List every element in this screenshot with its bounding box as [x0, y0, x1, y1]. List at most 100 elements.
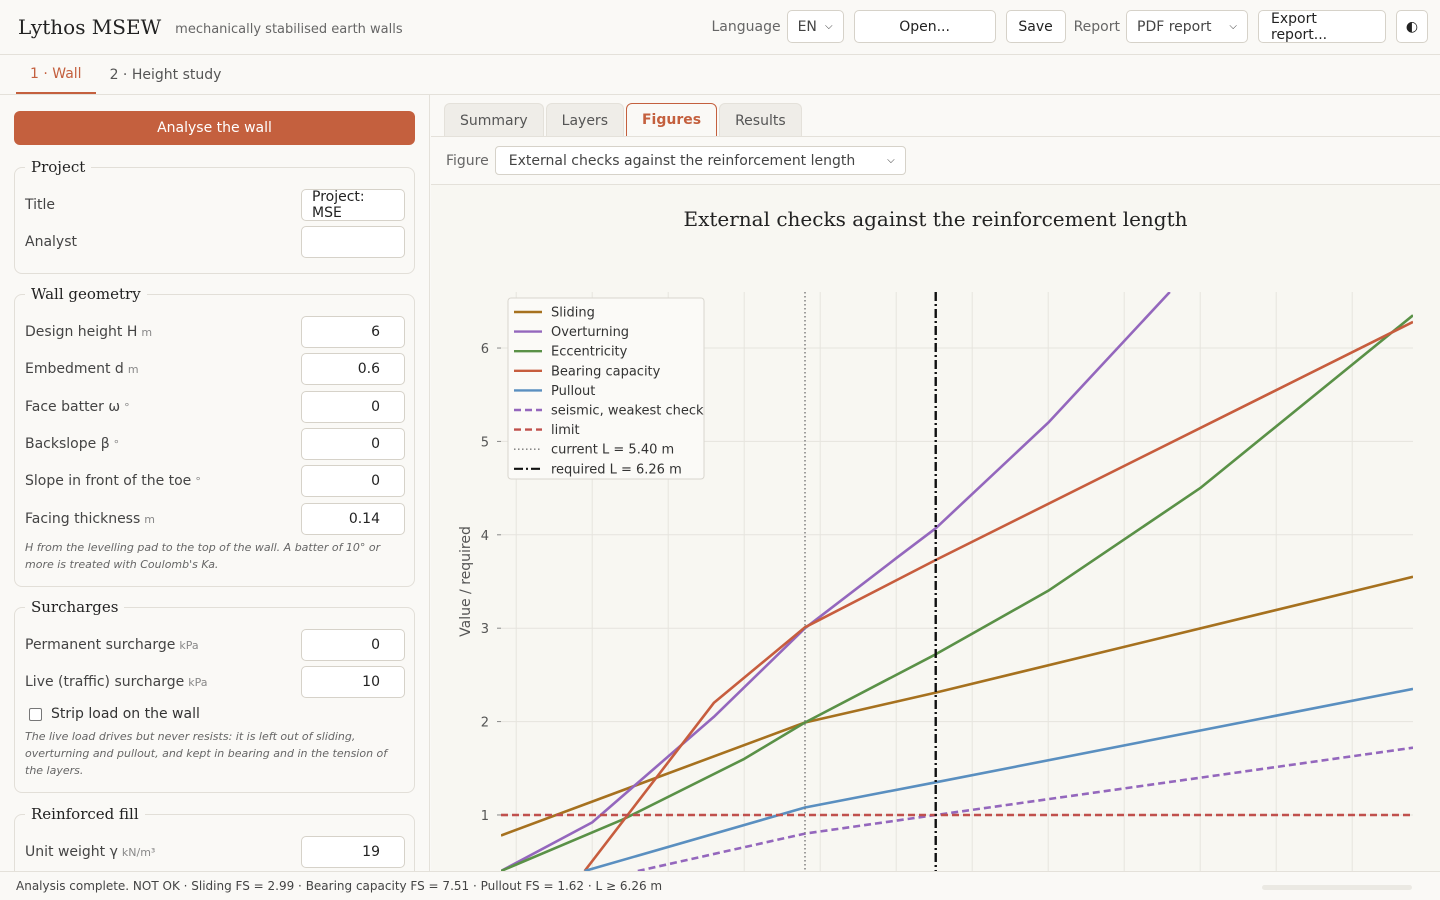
y-tick-label: 3: [481, 622, 489, 637]
tab-summary[interactable]: Summary: [444, 103, 544, 137]
strip-load-row: Strip load on the wall: [29, 706, 200, 722]
live-surcharge-row: Live (traffic) surcharge kPa 10: [25, 666, 405, 698]
wall-geometry-legend: Wall geometry: [25, 285, 147, 303]
series-line-bearing-capacity: [583, 320, 1413, 871]
facing-thickness-input[interactable]: 0.14: [301, 503, 405, 535]
design-height-input[interactable]: 6: [301, 316, 405, 348]
toe-slope-label: Slope in front of the toe: [25, 473, 192, 489]
embedment-input[interactable]: 0.6: [301, 353, 405, 385]
status-bar: Analysis complete. NOT OK · Sliding FS =…: [0, 871, 1440, 900]
legend-label: limit: [551, 423, 580, 438]
live-surcharge-label: Live (traffic) surcharge: [25, 674, 185, 690]
analyst-input[interactable]: [301, 226, 405, 258]
tab-layers[interactable]: Layers: [545, 103, 624, 137]
unit-weight-input[interactable]: 19: [301, 836, 405, 868]
external-checks-chart: 1 2 3 4 5 6 Value / required Sliding Overturnin…: [458, 292, 1413, 871]
strip-load-label[interactable]: Strip load on the wall: [51, 706, 200, 722]
figure-select-value: External checks against the reinforcemen…: [508, 152, 856, 169]
title-input[interactable]: Project: MSE: [301, 189, 405, 221]
analyse-wall-button[interactable]: Analyse the wall: [14, 111, 415, 145]
chevron-down-icon: ⌵: [1229, 21, 1237, 32]
unit-weight-unit: kN/m³: [121, 846, 156, 859]
wall-geometry-fieldset: Wall geometry Design height Hm 6 Embedme…: [14, 285, 415, 587]
report-label: Report: [1073, 18, 1120, 35]
figure-label: Figure: [446, 152, 489, 169]
live-surcharge-input[interactable]: 10: [301, 666, 405, 698]
face-batter-label: Face batter ω: [25, 399, 121, 415]
backslope-row: Backslope β ° 0: [25, 428, 405, 460]
legend-label: current L = 5.40 m: [551, 443, 674, 458]
language-label: Language: [711, 18, 781, 35]
strip-load-checkbox[interactable]: [29, 707, 42, 721]
tab-height-study[interactable]: 2 · Height study: [96, 55, 236, 94]
legend-label: Eccentricity: [551, 345, 628, 360]
reinforced-fill-legend: Reinforced fill: [25, 805, 145, 823]
y-tick-label: 6: [481, 342, 489, 357]
export-report-button[interactable]: Export report...: [1258, 10, 1386, 43]
save-button[interactable]: Save: [1005, 10, 1066, 43]
project-fieldset: Project Title Project: MSE Analyst: [14, 158, 415, 274]
legend-label: Overturning: [551, 325, 629, 340]
permanent-surcharge-row: Permanent surcharge kPa 0: [25, 629, 405, 661]
face-batter-input[interactable]: 0: [301, 391, 405, 423]
design-height-label: Design height H: [25, 324, 138, 340]
report-value: PDF report: [1137, 18, 1212, 35]
chart-title: External checks against the reinforcemen…: [683, 207, 1188, 231]
result-tabs-divider: [431, 136, 1440, 137]
language-select[interactable]: EN ⌵: [786, 10, 844, 43]
contrast-icon: ◐: [1405, 18, 1419, 35]
y-tick-label: 2: [481, 716, 489, 731]
legend-label: Pullout: [551, 384, 595, 399]
design-height-unit: m: [141, 326, 153, 339]
surcharges-legend: Surcharges: [25, 598, 125, 616]
permanent-surcharge-unit: kPa: [179, 639, 199, 652]
project-title-row: Title Project: MSE: [25, 189, 405, 221]
header-toolbar: Language EN ⌵ Open... Save Report PDF re…: [711, 10, 1428, 43]
surcharges-fieldset: Surcharges Permanent surcharge kPa 0 Live…: [14, 598, 415, 793]
tab-results[interactable]: Results: [719, 103, 802, 137]
app-subtitle: mechanically stabilised earth walls: [175, 21, 403, 37]
chevron-down-icon: ⌵: [887, 155, 895, 166]
face-batter-unit: °: [124, 401, 130, 414]
chevron-down-icon: ⌵: [824, 21, 833, 32]
embedment-label: Embedment d: [25, 361, 124, 377]
facing-thickness-row: Facing thickness m 0.14: [25, 503, 405, 535]
tab-wall[interactable]: 1 · Wall: [16, 55, 96, 94]
y-tick-label: 4: [481, 529, 489, 544]
backslope-input[interactable]: 0: [301, 428, 405, 460]
legend-label: seismic, weakest check: [551, 404, 704, 419]
embedment-row: Embedment dm 0.6: [25, 353, 405, 385]
open-button[interactable]: Open...: [853, 10, 996, 43]
legend-label: Bearing capacity: [551, 364, 661, 379]
toe-slope-unit: °: [195, 475, 201, 488]
analyst-label: Analyst: [25, 234, 77, 250]
theme-toggle-button[interactable]: ◐: [1396, 10, 1428, 43]
sidebar: Analyse the wall Project Title Project: …: [0, 95, 430, 871]
facing-thickness-unit: m: [144, 513, 155, 526]
figure-select[interactable]: External checks against the reinforcemen…: [494, 146, 906, 175]
toe-slope-input[interactable]: 0: [301, 465, 405, 497]
legend-label: required L = 6.26 m: [551, 462, 682, 477]
app-title: Lythos MSEW: [18, 15, 162, 39]
language-value: EN: [797, 18, 817, 35]
y-axis-label: Value / required: [458, 526, 474, 637]
legend-label: Sliding: [551, 306, 595, 321]
analyst-row: Analyst: [25, 226, 405, 258]
facing-thickness-label: Facing thickness: [25, 511, 141, 527]
series-line-seismic-weakest-check: [637, 746, 1413, 871]
design-height-row: Design height Hm 6: [25, 316, 405, 348]
permanent-surcharge-input[interactable]: 0: [301, 629, 405, 661]
geometry-note: H from the levelling pad to the top of t…: [25, 541, 381, 571]
report-select[interactable]: PDF report ⌵: [1126, 10, 1248, 43]
status-progress-bar: [1262, 885, 1412, 890]
project-legend: Project: [25, 158, 92, 176]
status-text: Analysis complete. NOT OK · Sliding FS =…: [16, 879, 663, 893]
tab-figures[interactable]: Figures: [625, 103, 718, 137]
unit-weight-label: Unit weight γ: [25, 844, 118, 860]
y-tick-label: 5: [481, 435, 489, 450]
series-line-pullout: [584, 687, 1413, 871]
figure-selector-bar: Figure External checks against the reinf…: [446, 146, 906, 175]
face-batter-row: Face batter ω ° 0: [25, 391, 405, 423]
reinforced-fill-fieldset: Reinforced fill Unit weight γ kN/m³ 19: [14, 805, 415, 871]
backslope-unit: °: [113, 438, 120, 451]
